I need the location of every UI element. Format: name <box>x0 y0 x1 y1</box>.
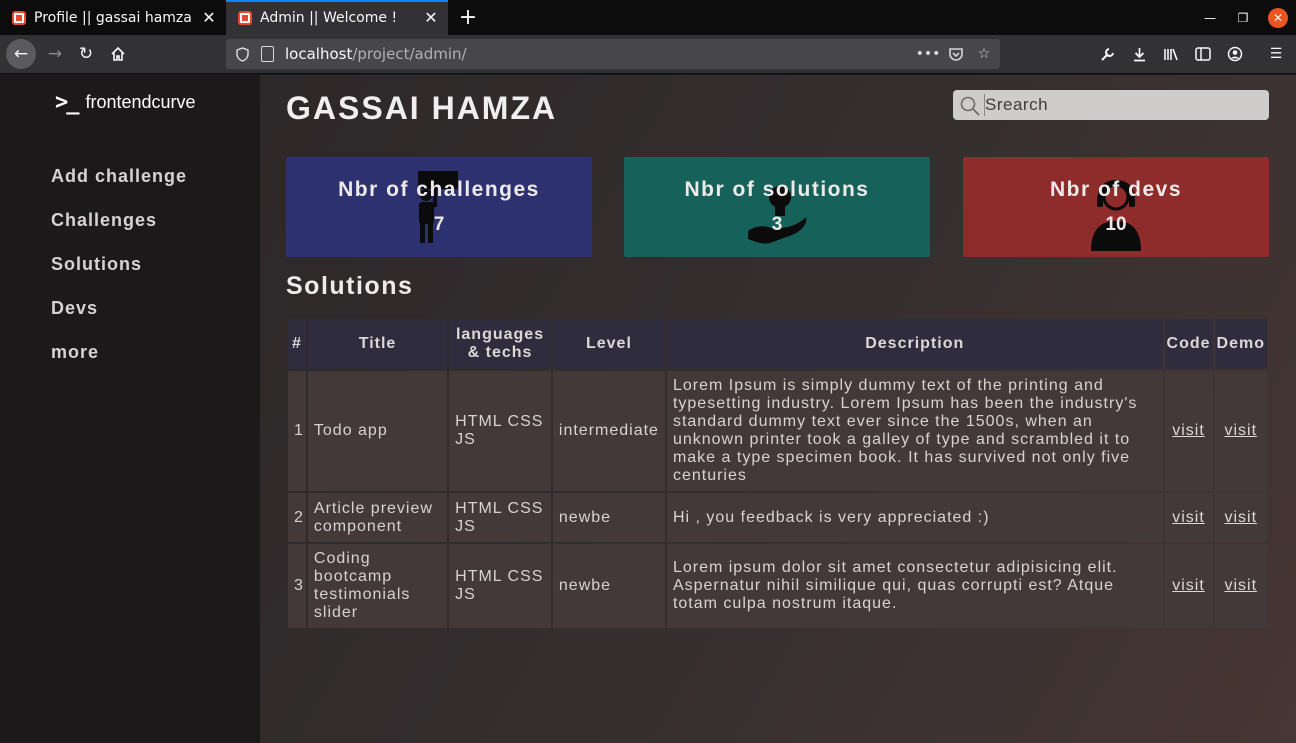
cell-demo: visit <box>1214 544 1267 628</box>
cell-demo: visit <box>1214 493 1267 542</box>
cell-description: Hi , you feedback is very appreciated :) <box>666 493 1163 542</box>
tab-title: Profile || gassai hamza <box>34 9 192 26</box>
cell-techs: HTML CSS JS <box>449 493 551 542</box>
search-box[interactable] <box>953 90 1269 120</box>
reload-icon[interactable]: ↻ <box>71 39 101 69</box>
column-header: languages & techs <box>449 319 551 369</box>
cell-number: 2 <box>288 493 306 542</box>
url-path: /project/admin/ <box>352 45 467 63</box>
tab-title: Admin || Welcome ! <box>260 9 398 26</box>
code-visit-link[interactable]: visit <box>1172 577 1205 594</box>
page-content: >_ frontendcurve Add challenge Challenge… <box>0 75 1296 743</box>
xampp-favicon-icon <box>238 10 252 25</box>
logo[interactable]: >_ frontendcurve <box>55 90 196 115</box>
cell-title: Todo app <box>307 371 448 491</box>
cell-level: newbe <box>552 493 665 542</box>
stat-card-solutions: Nbr of solutions 3 <box>624 157 930 257</box>
demo-visit-link[interactable]: visit <box>1224 509 1257 526</box>
column-header: Description <box>666 319 1163 369</box>
table-row: 2 Article preview component HTML CSS JS … <box>288 493 1267 542</box>
page-title: GASSAI HAMZA <box>286 90 558 126</box>
bookmark-star-icon[interactable]: ☆ <box>974 44 994 64</box>
maximize-icon[interactable]: ❐ <box>1233 8 1253 28</box>
sidebar-item-more[interactable]: more <box>51 342 99 363</box>
tracking-shield-icon[interactable] <box>234 45 250 63</box>
logo-text: frontendcurve <box>85 92 196 112</box>
cell-title: Article preview component <box>307 493 448 542</box>
cell-techs: HTML CSS JS <box>449 371 551 491</box>
solutions-table: # Title languages & techs Level Descript… <box>286 317 1269 630</box>
sidebar-item-add-challenge[interactable]: Add challenge <box>51 166 187 187</box>
address-bar[interactable]: localhost/project/admin/ ••• ☆ <box>226 39 1000 69</box>
download-icon[interactable] <box>1129 44 1149 64</box>
cell-demo: visit <box>1214 371 1267 491</box>
pocket-icon[interactable] <box>946 44 966 64</box>
close-tab-icon[interactable]: ✕ <box>200 8 218 27</box>
sidebar-item-devs[interactable]: Devs <box>51 298 98 319</box>
cell-description: Lorem Ipsum is simply dummy text of the … <box>666 371 1163 491</box>
account-icon[interactable] <box>1225 44 1245 64</box>
stat-value: 3 <box>771 214 783 235</box>
sidebar-toggle-icon[interactable] <box>1193 44 1213 64</box>
code-visit-link[interactable]: visit <box>1172 422 1205 439</box>
search-icon <box>960 96 980 116</box>
cell-code: visit <box>1164 544 1213 628</box>
window-close-icon[interactable]: ✕ <box>1268 8 1288 28</box>
table-row: 1 Todo app HTML CSS JS intermediate Lore… <box>288 371 1267 491</box>
url-text[interactable]: localhost/project/admin/ <box>285 45 467 63</box>
library-icon[interactable] <box>1161 44 1181 64</box>
cell-code: visit <box>1164 493 1213 542</box>
cell-description: Lorem ipsum dolor sit amet consectetur a… <box>666 544 1163 628</box>
cell-level: newbe <box>552 544 665 628</box>
search-input[interactable] <box>985 92 1265 118</box>
cell-number: 3 <box>288 544 306 628</box>
terminal-prompt-icon: >_ <box>55 90 79 115</box>
navigation-toolbar: ← → ↻ localhost/project/admin/ ••• ☆ ☰ <box>0 35 1296 74</box>
xampp-favicon-icon <box>12 10 26 25</box>
column-header: # <box>288 319 306 369</box>
tab-profile[interactable]: Profile || gassai hamza ✕ <box>0 0 226 35</box>
new-tab-button[interactable]: + <box>455 4 481 30</box>
cell-techs: HTML CSS JS <box>449 544 551 628</box>
column-header: Code <box>1164 319 1213 369</box>
table-header-row: # Title languages & techs Level Descript… <box>288 319 1267 369</box>
demo-visit-link[interactable]: visit <box>1224 422 1257 439</box>
table-row: 3 Coding bootcamp testimonials slider HT… <box>288 544 1267 628</box>
stat-value: 7 <box>433 214 445 235</box>
forward-arrow-icon[interactable]: → <box>40 39 70 69</box>
close-tab-icon[interactable]: ✕ <box>422 8 440 27</box>
stat-label: Nbr of devs <box>1049 178 1183 201</box>
code-visit-link[interactable]: visit <box>1172 509 1205 526</box>
tab-admin[interactable]: Admin || Welcome ! ✕ <box>226 0 448 35</box>
minimize-icon[interactable]: — <box>1200 8 1220 28</box>
page-actions-icon[interactable]: ••• <box>916 44 941 64</box>
demo-visit-link[interactable]: visit <box>1224 577 1257 594</box>
page-info-icon[interactable] <box>261 46 274 62</box>
column-header: Demo <box>1214 319 1267 369</box>
section-title: Solutions <box>286 272 414 300</box>
cell-title: Coding bootcamp testimonials slider <box>307 544 448 628</box>
browser-window: Profile || gassai hamza ✕ Admin || Welco… <box>0 0 1296 743</box>
stat-card-devs: Nbr of devs 10 <box>963 157 1269 257</box>
sidebar-item-solutions[interactable]: Solutions <box>51 254 142 275</box>
column-header: Level <box>552 319 665 369</box>
sidebar: >_ frontendcurve Add challenge Challenge… <box>0 75 260 743</box>
cell-level: intermediate <box>552 371 665 491</box>
wrench-icon[interactable] <box>1097 44 1117 64</box>
stat-value: 10 <box>1105 214 1127 235</box>
stat-label: Nbr of challenges <box>338 178 540 201</box>
cell-code: visit <box>1164 371 1213 491</box>
cell-number: 1 <box>288 371 306 491</box>
tab-strip: Profile || gassai hamza ✕ Admin || Welco… <box>0 0 1296 35</box>
url-host: localhost <box>285 45 353 63</box>
stat-card-challenges: Nbr of challenges 7 <box>286 157 592 257</box>
back-arrow-icon[interactable]: ← <box>6 39 36 69</box>
hamburger-menu-icon[interactable]: ☰ <box>1266 44 1286 64</box>
home-icon[interactable] <box>103 39 133 69</box>
column-header: Title <box>307 319 448 369</box>
sidebar-item-challenges[interactable]: Challenges <box>51 210 157 231</box>
stat-label: Nbr of solutions <box>684 178 870 201</box>
